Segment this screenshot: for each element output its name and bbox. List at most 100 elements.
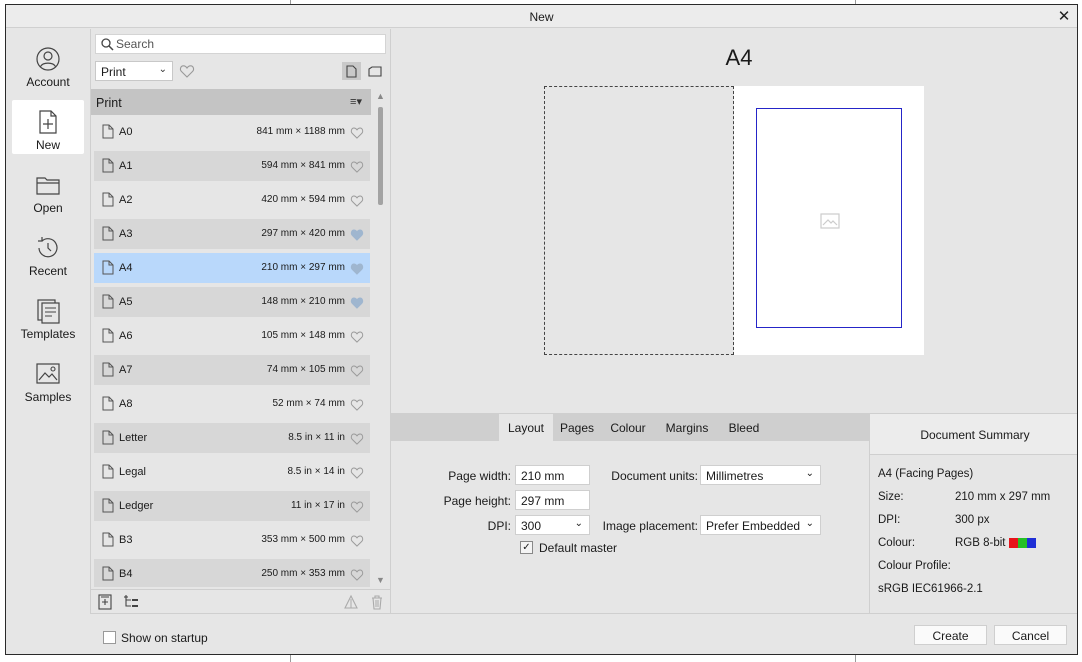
preset-dimensions: 353 mm × 500 mm [261,534,345,545]
preset-row[interactable]: A0 841 mm × 1188 mm [94,117,370,147]
favourite-heart-icon[interactable] [350,126,364,139]
favourite-heart-icon[interactable] [350,534,364,547]
favourite-heart-icon[interactable] [350,364,364,377]
nav-recent[interactable]: Recent [12,226,84,280]
scrollbar-thumb[interactable] [378,107,383,205]
preset-row[interactable]: A5 148 mm × 210 mm [94,287,370,317]
window-title: New [529,10,554,24]
nav-new[interactable]: New [12,100,84,154]
default-master-checkbox[interactable]: ✓ [520,541,533,554]
favourite-heart-icon[interactable] [350,568,364,581]
colour-swatch-blue [1027,538,1036,548]
preset-row[interactable]: A2 420 mm × 594 mm [94,185,370,215]
favourite-heart-icon[interactable] [350,228,364,241]
portrait-orientation-button[interactable] [342,62,361,80]
page-height-field[interactable]: 297 mm [515,490,590,510]
preset-name: A4 [119,262,133,274]
favourite-heart-icon[interactable] [350,194,364,207]
preset-dimensions: 8.5 in × 14 in [287,466,345,477]
tab-margins[interactable]: Margins [655,414,719,441]
edit-preset-icon[interactable] [343,594,359,610]
chevron-down-icon: ⌄ [574,518,583,529]
list-scrollbar[interactable]: ▲ ▼ [373,89,388,587]
preset-row[interactable]: A7 74 mm × 105 mm [94,355,370,385]
scroll-up-arrow-icon[interactable]: ▲ [376,91,385,101]
nav-label: Account [26,75,70,89]
document-icon [102,464,114,479]
document-units-select[interactable]: Millimetres ⌄ [700,465,821,485]
close-icon[interactable]: ✕ [1055,7,1073,25]
page-preview-area: A4 [391,29,1077,413]
default-master-label: Default master [539,541,618,555]
favourites-filter-heart-icon[interactable] [179,63,195,79]
document-icon [102,362,114,377]
add-category-icon[interactable] [123,594,139,610]
preset-row[interactable]: B3 353 mm × 500 mm [94,525,370,555]
summary-doc-type: A4 (Facing Pages) [878,468,974,480]
page-height-value: 297 mm [521,494,565,508]
preset-row[interactable]: B4 250 mm × 353 mm [94,559,370,587]
nav-account[interactable]: Account [12,37,84,91]
preview-title: A4 [725,45,753,70]
nav-label: Open [33,201,63,215]
preset-name: A6 [119,330,133,342]
category-select[interactable]: Print ⌄ [95,61,173,81]
preset-row[interactable]: A8 52 mm × 74 mm [94,389,370,419]
show-on-startup-checkbox[interactable] [103,631,116,644]
image-placeholder-icon [820,213,840,229]
preset-dimensions: 210 mm × 297 mm [261,262,345,273]
add-preset-icon[interactable] [97,594,113,610]
favourite-heart-icon[interactable] [350,466,364,479]
preset-row[interactable]: A4 210 mm × 297 mm [94,253,370,283]
preset-name: Letter [119,432,148,444]
dpi-value: 300 [521,519,542,533]
image-placement-select[interactable]: Prefer Embedded ⌄ [700,515,821,535]
document-icon [102,566,114,581]
favourite-heart-icon[interactable] [350,160,364,173]
nav-open[interactable]: Open [12,163,84,217]
create-button[interactable]: Create [914,625,987,645]
favourite-heart-icon[interactable] [350,398,364,411]
document-icon [102,124,114,139]
nav-templates[interactable]: Templates [12,289,84,343]
favourite-heart-icon[interactable] [350,330,364,343]
preset-list: A0 841 mm × 1188 mm A1 594 mm × 841 mm A2 420… [94,117,370,587]
page-width-field[interactable]: 210 mm [515,465,590,485]
preset-row[interactable]: A1 594 mm × 841 mm [94,151,370,181]
left-nav: Account New Open Recent Templates Sample… [6,29,90,654]
preset-row[interactable]: A3 297 mm × 420 mm [94,219,370,249]
sort-list-icon[interactable]: ≡▾ [350,95,362,108]
samples-image-icon [36,363,60,384]
tab-bleed[interactable]: Bleed [719,414,769,441]
favourite-heart-icon[interactable] [350,296,364,309]
landscape-orientation-button[interactable] [365,62,384,80]
favourite-heart-icon[interactable] [350,262,364,275]
margin-guides [756,108,902,328]
search-input[interactable] [116,36,376,52]
background-edge [290,655,291,662]
page-height-label: Page height: [443,494,511,508]
preset-row[interactable]: Legal 8.5 in × 14 in [94,457,370,487]
summary-title: Document Summary [870,414,1077,455]
facing-page-placeholder [544,86,734,355]
preset-row[interactable]: Letter 8.5 in × 11 in [94,423,370,453]
tab-colour[interactable]: Colour [601,414,655,441]
favourite-heart-icon[interactable] [350,432,364,445]
background-edge [855,655,856,662]
search-box[interactable] [95,34,386,54]
preset-row[interactable]: A6 105 mm × 148 mm [94,321,370,351]
preset-row[interactable]: Ledger 11 in × 17 in [94,491,370,521]
scroll-down-arrow-icon[interactable]: ▼ [376,575,385,585]
document-units-label: Document units: [611,469,698,483]
favourite-heart-icon[interactable] [350,500,364,513]
new-document-dialog: New ✕ Account New Open Recent Templates … [5,4,1078,655]
cancel-button[interactable]: Cancel [994,625,1067,645]
dpi-label: DPI: [487,519,511,533]
image-placement-value: Prefer Embedded [706,519,801,533]
delete-trash-icon[interactable] [369,594,385,610]
document-settings: Layout Pages Colour Margins Bleed Page w… [391,413,869,613]
tab-pages[interactable]: Pages [553,414,601,441]
nav-samples[interactable]: Samples [12,352,84,406]
dpi-select[interactable]: 300 ⌄ [515,515,590,535]
tab-layout[interactable]: Layout [499,414,553,441]
